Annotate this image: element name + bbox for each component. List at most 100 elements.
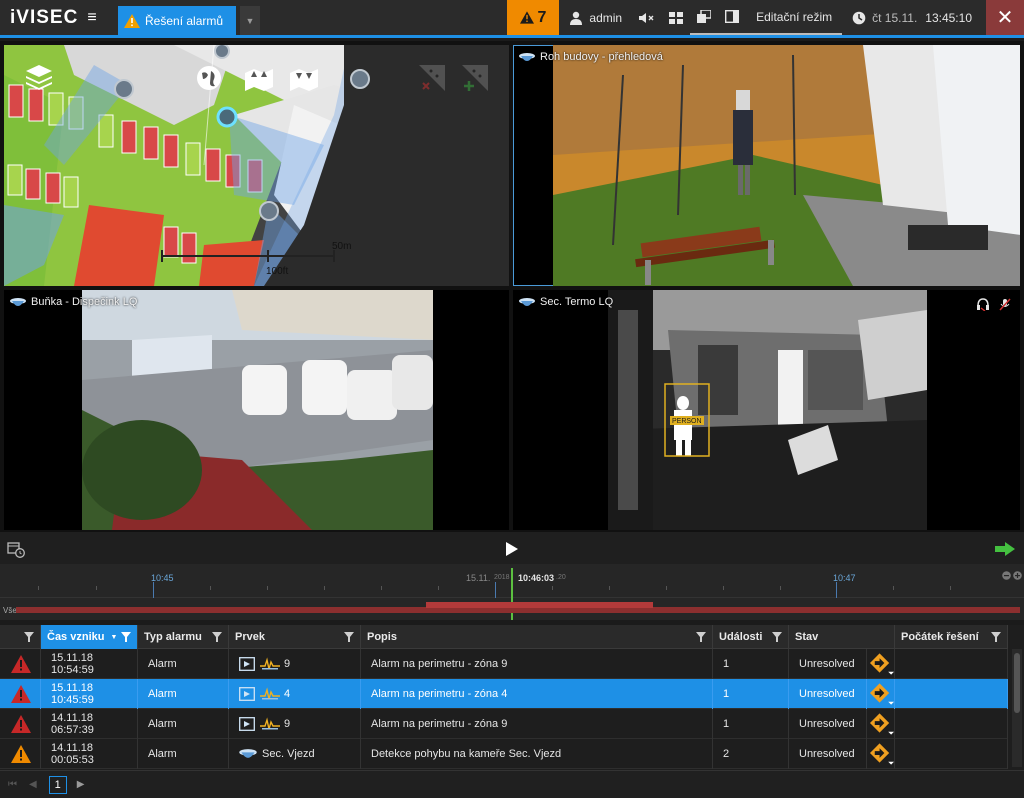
scrollbar-thumb[interactable] bbox=[1014, 653, 1020, 713]
warning-icon bbox=[520, 11, 535, 24]
table-scrollbar[interactable] bbox=[1012, 649, 1022, 767]
map-view-out-icon[interactable] bbox=[289, 67, 319, 91]
alarm-events: 2 bbox=[723, 748, 730, 760]
alarm-description: Alarm na perimetru - zóna 9 bbox=[371, 658, 508, 670]
resolve-action-icon[interactable] bbox=[869, 712, 894, 736]
tick bbox=[438, 586, 439, 590]
tick bbox=[38, 586, 39, 590]
first-page-icon[interactable]: ⏮ bbox=[8, 779, 17, 790]
map-pane[interactable]: 50m 100ft bbox=[4, 45, 509, 286]
filter-icon[interactable] bbox=[991, 632, 1001, 642]
globe-icon[interactable] bbox=[196, 65, 222, 91]
element-cell: Sec. Vjezd bbox=[229, 739, 361, 769]
tab-dropdown-button[interactable]: ▼ bbox=[240, 6, 260, 35]
filter-icon[interactable] bbox=[696, 632, 706, 642]
state-cell: Unresolved bbox=[789, 649, 867, 679]
element-cell: 9 bbox=[229, 649, 361, 679]
action-cell[interactable] bbox=[867, 709, 895, 739]
alarm-counter[interactable]: 7 bbox=[507, 0, 560, 35]
video-clip-icon bbox=[239, 687, 255, 701]
tick bbox=[381, 586, 382, 590]
table-row[interactable]: 14.11.18 00:05:53 Alarm Sec. Vjezd Detekce … bbox=[0, 739, 1008, 769]
header-type[interactable]: Typ alarmu bbox=[138, 625, 229, 649]
events-cell: 1 bbox=[713, 709, 789, 739]
tick bbox=[893, 586, 894, 590]
resolve-action-icon[interactable] bbox=[869, 742, 894, 766]
filter-icon[interactable] bbox=[121, 632, 131, 642]
filter-icon[interactable] bbox=[344, 632, 354, 642]
microphone-off-icon[interactable] bbox=[999, 298, 1011, 311]
description-cell: Alarm na perimetru - zóna 9 bbox=[361, 709, 713, 739]
resolve-action-icon[interactable] bbox=[869, 682, 894, 706]
map-view-in-icon[interactable] bbox=[244, 67, 274, 91]
close-button[interactable]: ✕ bbox=[986, 0, 1024, 35]
timeline[interactable]: 10:45 10:47 15.11. 2018 10:46:03 .20 Vše bbox=[0, 564, 1024, 620]
action-cell[interactable] bbox=[867, 679, 895, 709]
resolve-action-icon[interactable] bbox=[869, 652, 894, 676]
logo-text: iVISEC bbox=[10, 6, 79, 28]
tick bbox=[96, 586, 97, 590]
layers-icon[interactable] bbox=[24, 63, 54, 91]
remove-zone-icon[interactable] bbox=[419, 65, 445, 91]
tab-alarm-resolution[interactable]: Řešení alarmů bbox=[118, 6, 236, 35]
element-cell: 9 bbox=[229, 709, 361, 739]
headphones-off-icon[interactable] bbox=[976, 298, 990, 311]
table-row[interactable]: 15.11.18 10:45:59 Alarm 4 Alarm na perimetr… bbox=[0, 679, 1008, 709]
time-cell: 14.11.18 06:57:39 bbox=[41, 709, 138, 739]
alarm-element: Sec. Vjezd bbox=[262, 748, 315, 760]
windows-button[interactable] bbox=[690, 0, 719, 35]
header-filter-cell[interactable] bbox=[0, 625, 41, 649]
layout-button[interactable] bbox=[662, 0, 690, 35]
detection-label: PERSON bbox=[672, 418, 702, 425]
header-events[interactable]: Události bbox=[713, 625, 789, 649]
resolution-start-cell bbox=[895, 679, 1008, 709]
alarm-description: Detekce pohybu na kameře Sec. Vjezd bbox=[371, 748, 562, 760]
forward-arrow-icon[interactable] bbox=[995, 542, 1015, 556]
next-page-icon[interactable]: ▶ bbox=[77, 779, 85, 790]
clock-time: 13:45:10 bbox=[925, 10, 972, 25]
mute-button[interactable] bbox=[632, 0, 662, 35]
alarm-table: Čas vzniku ▼ Typ alarmu Prvek Popis Udál… bbox=[0, 625, 1024, 770]
camera-pane-cell[interactable]: Buňka - Dispečink LQ bbox=[4, 290, 509, 530]
playback-bar bbox=[0, 532, 1024, 564]
timeline-track[interactable]: 10:45 10:47 15.11. 2018 10:46:03 .20 bbox=[0, 568, 1024, 620]
zoom-out-icon[interactable] bbox=[1002, 571, 1011, 580]
table-row[interactable]: 15.11.18 10:54:59 Alarm 9 Alarm na perimetr… bbox=[0, 649, 1008, 679]
current-time: 10:46:03 bbox=[518, 573, 555, 583]
severity-cell bbox=[0, 709, 41, 739]
tick bbox=[267, 586, 268, 590]
page-number[interactable]: 1 bbox=[48, 775, 67, 794]
user-menu[interactable]: admin bbox=[559, 0, 632, 35]
play-icon[interactable] bbox=[505, 541, 519, 557]
tick bbox=[780, 586, 781, 590]
header-time[interactable]: Čas vzniku ▼ bbox=[41, 625, 138, 649]
tick bbox=[324, 586, 325, 590]
menu-icon[interactable]: ≡ bbox=[87, 9, 97, 27]
action-cell[interactable] bbox=[867, 649, 895, 679]
resolution-start-cell bbox=[895, 649, 1008, 679]
header-state[interactable]: Stav bbox=[789, 625, 895, 649]
calendar-clock-icon[interactable] bbox=[7, 540, 25, 558]
panel-toggle-button[interactable] bbox=[718, 0, 747, 35]
zoom-in-icon[interactable] bbox=[1013, 571, 1022, 580]
header-resolution-start[interactable]: Počátek řešení bbox=[895, 625, 1008, 649]
filter-icon[interactable] bbox=[212, 632, 222, 642]
header-description[interactable]: Popis bbox=[361, 625, 713, 649]
filter-icon[interactable] bbox=[24, 632, 34, 642]
camera-pane-corner[interactable]: Roh budovy - přehledová bbox=[513, 45, 1020, 286]
header-element[interactable]: Prvek bbox=[229, 625, 361, 649]
tick bbox=[950, 586, 951, 590]
edit-mode-button[interactable]: Editační režim bbox=[746, 0, 843, 35]
event-range[interactable] bbox=[426, 602, 653, 608]
alarm-events: 1 bbox=[723, 688, 730, 700]
element-cell: 4 bbox=[229, 679, 361, 709]
action-cell[interactable] bbox=[867, 739, 895, 769]
username: admin bbox=[589, 10, 623, 25]
prev-page-icon[interactable]: ◀ bbox=[29, 779, 37, 790]
app-logo: iVISEC ≡ bbox=[0, 0, 118, 35]
events-cell: 1 bbox=[713, 679, 789, 709]
add-zone-icon[interactable] bbox=[462, 65, 488, 91]
camera-pane-thermal[interactable]: Sec. Termo LQ PERSON bbox=[513, 290, 1020, 530]
filter-icon[interactable] bbox=[772, 632, 782, 642]
table-row[interactable]: 14.11.18 06:57:39 Alarm 9 Alarm na perimetr… bbox=[0, 709, 1008, 739]
